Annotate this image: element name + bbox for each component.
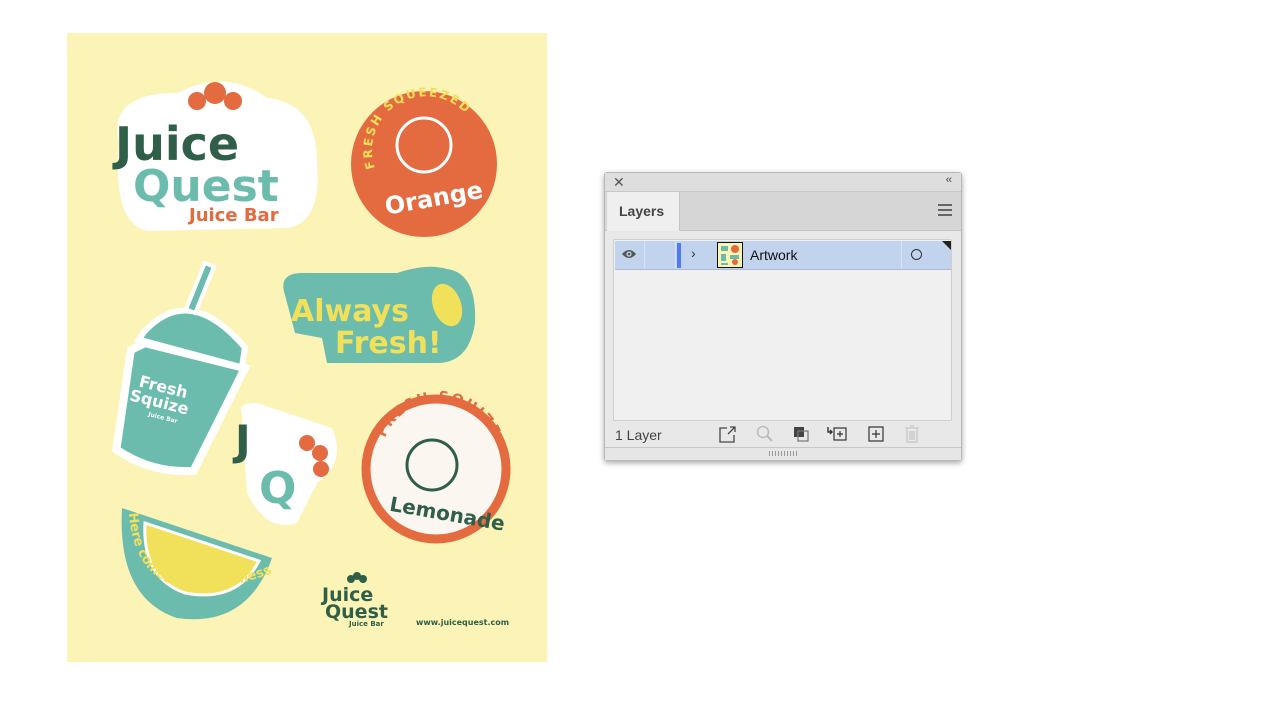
artboard: Juice Quest Juice Bar FRESH SQUEEZED Ora… [67,33,547,662]
layers-list: › Artwork [613,239,952,421]
always-text: Always [291,294,409,329]
tab-layers[interactable]: Layers [607,192,680,231]
divider [901,241,902,269]
layer-thumbnail [717,242,743,268]
selection-indicator [942,241,951,250]
panel-tab-row: Layers [605,192,961,231]
layer-row-artwork[interactable]: › Artwork [615,241,951,270]
clipping-mask-icon[interactable] [791,424,811,444]
small-logo-juicebar: Juice Bar [348,620,384,628]
jq-monogram-sticker: J Q [232,403,337,525]
target-circle-icon[interactable] [911,249,922,260]
eye-icon[interactable] [621,248,637,260]
panel-menu-icon[interactable] [938,204,952,219]
cup-sticker: Fresh Squize Juice Bar [112,260,251,476]
logo-juicebar-text: Juice Bar [187,205,279,226]
monogram-q: Q [259,463,296,514]
new-sublayer-icon[interactable] [827,424,847,444]
panel-title-bar[interactable]: ✕ ‹‹ [605,173,961,192]
layer-name[interactable]: Artwork [750,247,797,263]
trash-icon[interactable] [902,424,922,444]
website-text: www.juicequest.com [416,618,509,627]
export-icon[interactable] [718,424,738,444]
collapse-icon[interactable]: ‹‹ [946,174,952,186]
always-fresh-sticker: Always Fresh! [283,266,476,363]
monogram-j: J [232,416,251,465]
fresh-text: Fresh! [335,326,442,361]
new-layer-icon[interactable] [866,424,886,444]
layers-panel: ✕ ‹‹ Layers › Artwork 1 Layer [604,172,962,461]
search-icon[interactable] [755,424,775,444]
divider [675,241,676,269]
chevron-right-icon[interactable]: › [691,245,696,261]
small-logo: Juice Quest Juice Bar [320,572,388,628]
lemonade-badge-sticker: FRESH SQUIZE Lemonade [361,389,511,544]
layer-count: 1 Layer [615,427,662,443]
close-icon[interactable]: ✕ [613,174,625,191]
panel-resize-bar[interactable] [605,447,961,460]
juice-quest-logo-sticker: Juice Quest Juice Bar [112,81,318,231]
divider [644,241,645,269]
sticker-sheet: Juice Quest Juice Bar FRESH SQUEEZED Ora… [67,33,511,628]
orange-badge-sticker: FRESH SQUEEZED Orange [351,85,497,237]
resize-grip-icon[interactable] [769,451,797,456]
layer-color-indicator [677,243,681,268]
